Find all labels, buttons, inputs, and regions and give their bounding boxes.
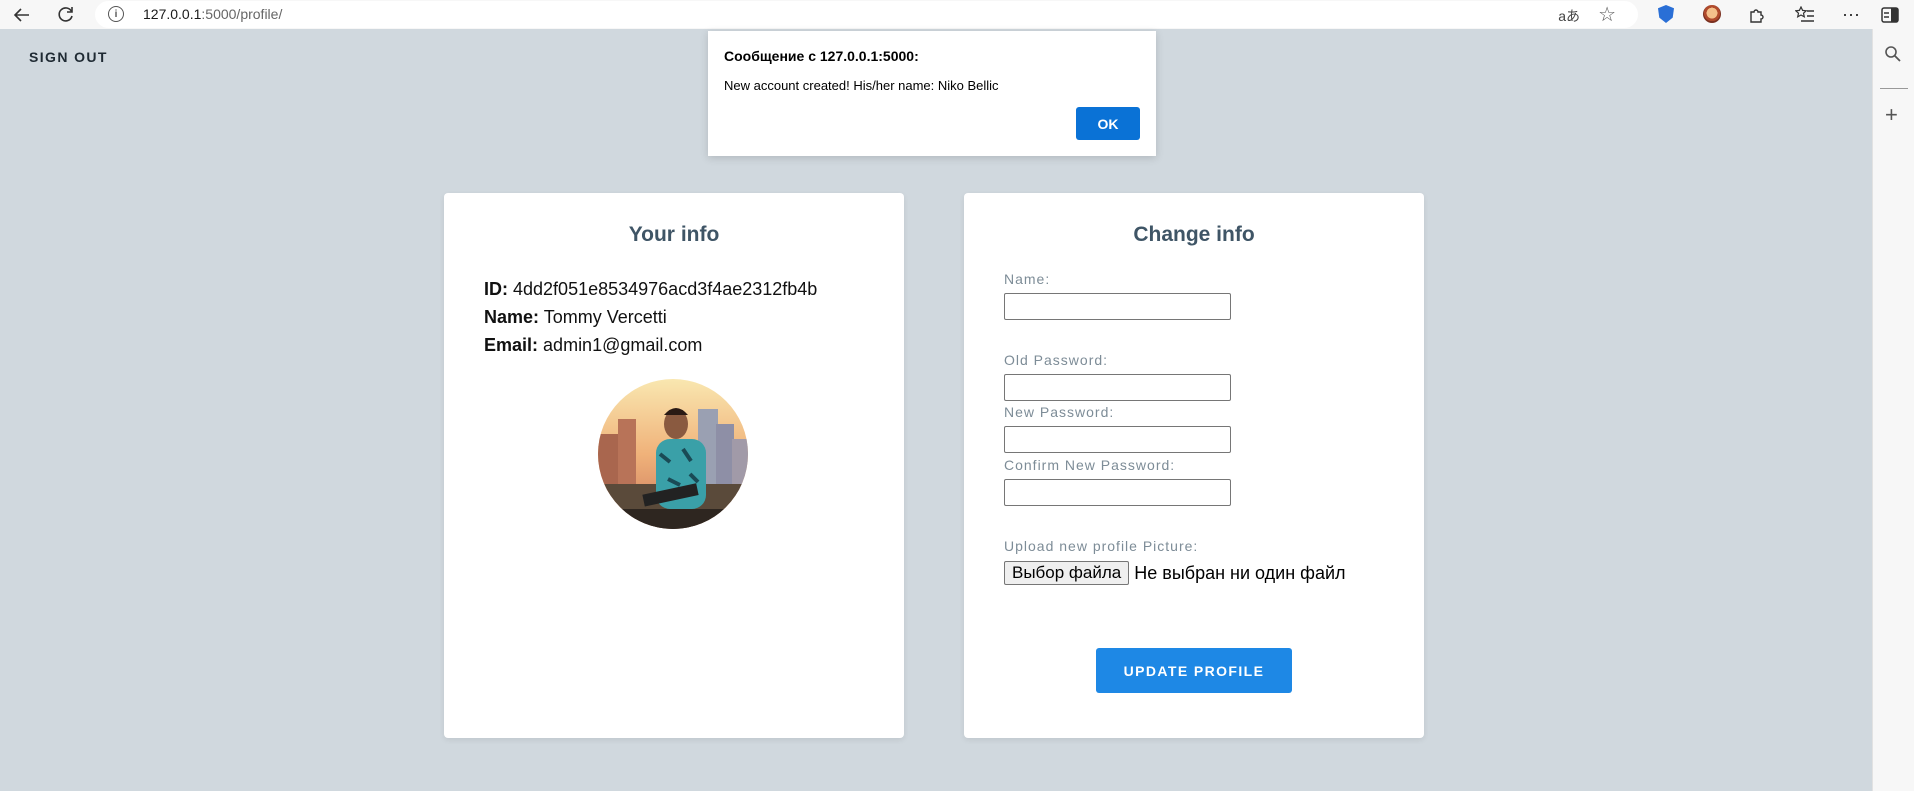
dialog-title: Сообщение с 127.0.0.1:5000: xyxy=(724,48,919,64)
change-info-title: Change info xyxy=(1133,223,1255,246)
name-field-label: Name: xyxy=(1004,271,1051,287)
search-icon[interactable] xyxy=(1884,45,1901,67)
name-value: Tommy Vercetti xyxy=(543,307,667,327)
your-info-card: Your info ID: 4dd2f051e8534976acd3f4ae23… xyxy=(444,193,904,738)
sidebar-toggle-icon[interactable] xyxy=(1877,2,1903,28)
id-label: ID: xyxy=(484,279,508,299)
dialog-message: New account created! His/her name: Niko … xyxy=(724,78,999,93)
url-text: 127.0.0.1:5000/profile/ xyxy=(143,6,283,22)
email-value: admin1@gmail.com xyxy=(543,335,703,355)
back-arrow-icon[interactable] xyxy=(9,2,35,28)
id-value: 4dd2f051e8534976acd3f4ae2312fb4b xyxy=(513,279,818,299)
dialog-ok-button[interactable]: OK xyxy=(1076,107,1140,140)
extensions-puzzle-icon[interactable] xyxy=(1744,2,1770,28)
confirm-password-label: Confirm New Password: xyxy=(1004,457,1176,473)
name-row: Name: Tommy Vercetti xyxy=(484,303,817,331)
site-info-icon[interactable]: i xyxy=(108,6,124,22)
old-password-input[interactable] xyxy=(1004,374,1231,401)
profile-extension-icon[interactable] xyxy=(1703,5,1721,23)
file-status-text: Не выбран ни один файл xyxy=(1134,562,1346,583)
change-info-card: Change info Name: Old Password: New Pass… xyxy=(964,193,1424,738)
your-info-title: Your info xyxy=(628,223,720,246)
new-password-label: New Password: xyxy=(1004,404,1115,420)
id-row: ID: 4dd2f051e8534976acd3f4ae2312fb4b xyxy=(484,275,817,303)
sign-out-link[interactable]: SIGN OUT xyxy=(29,49,108,65)
sidebar-divider xyxy=(1880,88,1908,89)
read-aloud-icon[interactable]: aあ xyxy=(1558,6,1580,26)
browser-sidebar: + xyxy=(1872,29,1914,791)
update-profile-button[interactable]: UPDATE PROFILE xyxy=(1096,648,1292,693)
email-row: Email: admin1@gmail.com xyxy=(484,331,817,359)
confirm-password-input[interactable] xyxy=(1004,479,1231,506)
name-label: Name: xyxy=(484,307,540,327)
add-icon[interactable]: + xyxy=(1885,104,1898,126)
old-password-label: Old Password: xyxy=(1004,352,1109,368)
new-password-input[interactable] xyxy=(1004,426,1231,453)
profile-avatar xyxy=(598,379,748,529)
favorites-list-icon[interactable] xyxy=(1792,2,1818,28)
choose-file-button[interactable]: Выбор файла xyxy=(1004,561,1130,585)
address-bar[interactable]: i 127.0.0.1:5000/profile/ aあ ☆ xyxy=(95,1,1638,28)
shield-extension-icon[interactable] xyxy=(1658,5,1674,23)
file-input: Выбор файла Не выбран ни один файл xyxy=(1004,561,1346,585)
email-label: Email: xyxy=(484,335,539,355)
reload-icon[interactable] xyxy=(53,2,79,28)
upload-picture-label: Upload new profile Picture: xyxy=(1004,538,1199,554)
alert-dialog: Сообщение с 127.0.0.1:5000: New account … xyxy=(708,31,1156,156)
browser-toolbar: i 127.0.0.1:5000/profile/ aあ ☆ ⋯ xyxy=(0,0,1914,29)
more-menu-icon[interactable]: ⋯ xyxy=(1838,2,1864,28)
name-input[interactable] xyxy=(1004,293,1231,320)
user-info-list: ID: 4dd2f051e8534976acd3f4ae2312fb4b Nam… xyxy=(484,275,817,359)
favorite-star-icon[interactable]: ☆ xyxy=(1598,2,1616,27)
